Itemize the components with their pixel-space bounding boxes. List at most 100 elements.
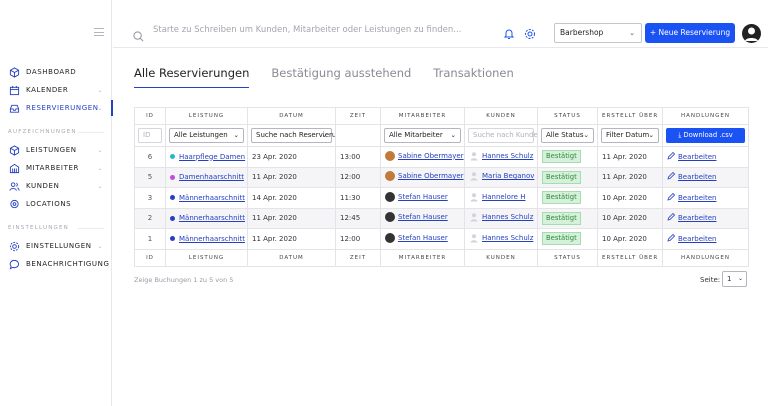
- tab-1[interactable]: Bestätigung ausstehend: [271, 66, 411, 88]
- table-footer-header: ID LEISTUNG DATUM ZEIT MITARBEITER KUNDEN STAT…: [134, 248, 749, 267]
- sidebar-item-leistungen[interactable]: LEISTUNGEN ⌄: [0, 141, 112, 159]
- pagination-summary: Zeige Buchungen 1 zu 5 von 5: [134, 276, 234, 284]
- cube-icon: [8, 144, 20, 156]
- page-select[interactable]: 1 ⌄: [722, 271, 747, 287]
- staff-link[interactable]: Sabine Obermayer: [398, 152, 464, 160]
- cell-action: Bearbeiten: [662, 187, 749, 209]
- cell-staff: Stefan Hauser: [380, 228, 465, 250]
- sidebar-item-kunden[interactable]: KUNDEN ⌄: [0, 177, 112, 195]
- shop-select[interactable]: Barbershop ⌄: [554, 23, 642, 43]
- column-header: STATUS: [537, 107, 598, 125]
- customer-filter-input[interactable]: Suche nach Kunde: [468, 128, 537, 143]
- customer-link[interactable]: Hannes Schulz: [482, 152, 533, 160]
- user-icon: [469, 171, 479, 181]
- created-filter-select[interactable]: Filter Datum ⌄: [601, 128, 659, 143]
- service-filter-value: Alle Leistungen: [174, 131, 228, 139]
- download-csv-button[interactable]: ⤓ Download .csv: [666, 128, 745, 143]
- bell-icon[interactable]: [503, 25, 515, 44]
- customer-link[interactable]: Hannelore H: [482, 193, 525, 201]
- cell-customer: Hannelore H: [464, 187, 538, 209]
- filter-row: ID Alle Leistungen ⌄ Suche nach Reservier…: [134, 124, 749, 147]
- sidebar-item-label: RESERVIERUNGEN: [26, 104, 99, 112]
- table-row: 5 Damenhaarschnitt 11 Apr. 2020 12:00 Sabine…: [134, 166, 749, 188]
- edit-link[interactable]: Bearbeiten: [678, 173, 716, 181]
- cell-created: 10 Apr. 2020: [597, 187, 663, 209]
- time-filter-empty: [335, 124, 381, 147]
- cell-id: 6: [134, 146, 166, 168]
- sidebar-item-dashboard[interactable]: DASHBOARD: [0, 63, 112, 81]
- edit-link[interactable]: Bearbeiten: [678, 194, 716, 202]
- sidebar-item-label: DASHBOARD: [26, 68, 77, 76]
- cell-date: 11 Apr. 2020: [247, 207, 336, 229]
- sidebar-item-reservierungen[interactable]: RESERVIERUNGEN ⌄: [0, 99, 113, 117]
- column-header: KUNDEN: [464, 248, 538, 267]
- chevron-down-icon: ⌄: [97, 165, 103, 172]
- column-header: LEISTUNG: [165, 107, 248, 125]
- shop-select-value: Barbershop: [560, 28, 604, 37]
- customer-link[interactable]: Hannes Schulz: [482, 213, 533, 221]
- cell-date: 11 Apr. 2020: [247, 228, 336, 250]
- status-filter-value: Alle Status: [546, 131, 584, 139]
- pencil-icon: [667, 192, 676, 203]
- staff-link[interactable]: Sabine Obermayer: [398, 172, 464, 180]
- staff-filter-select[interactable]: Alle Mitarbeiter ⌄: [384, 128, 461, 143]
- customer-link[interactable]: Maria Beganov: [482, 172, 534, 180]
- chevron-down-icon: ⌄: [737, 275, 743, 282]
- service-color-dot: [170, 215, 175, 221]
- service-link[interactable]: Männerhaarschnitt: [179, 194, 245, 202]
- table-row: 2 Männerhaarschnitt 11 Apr. 2020 12:45 Stefa…: [134, 207, 749, 229]
- sidebar-item-einstellungen[interactable]: EINSTELLUNGEN ⌄: [0, 237, 112, 255]
- id-filter-input[interactable]: ID: [138, 128, 162, 143]
- pin-icon: [8, 198, 20, 210]
- service-filter-select[interactable]: Alle Leistungen ⌄: [169, 128, 244, 143]
- chevron-down-icon: ⌄: [97, 183, 103, 190]
- chevron-down-icon: ⌄: [97, 105, 103, 112]
- settings-gear-icon[interactable]: [524, 25, 536, 44]
- avatar[interactable]: [742, 24, 761, 43]
- table-row: 6 Haarpflege Damen 23 Apr. 2020 13:00 Sabine…: [134, 146, 749, 168]
- sidebar-item-benachrichtigung[interactable]: BENACHRICHTIGUNG: [0, 255, 112, 273]
- cell-customer: Maria Beganov: [464, 166, 538, 188]
- chevron-down-icon: ⌄: [321, 131, 327, 139]
- status-filter-select[interactable]: Alle Status ⌄: [541, 128, 594, 143]
- cell-status: Bestätigt: [537, 146, 598, 168]
- download-label: Download .csv: [683, 131, 733, 139]
- tab-0[interactable]: Alle Reservierungen: [134, 66, 250, 88]
- chevron-down-icon: ⌄: [97, 147, 103, 154]
- table-header: ID LEISTUNG DATUM ZEIT MITARBEITER KUNDEN STAT…: [134, 107, 749, 125]
- edit-link[interactable]: Bearbeiten: [678, 214, 716, 222]
- tab-bar: Alle Reservierungen Bestätigung ausstehen…: [134, 66, 514, 88]
- status-badge: Bestätigt: [542, 191, 581, 205]
- sidebar-item-label: LOCATIONS: [26, 200, 72, 208]
- tab-2[interactable]: Transaktionen: [433, 66, 514, 88]
- staff-link[interactable]: Stefan Hauser: [398, 213, 448, 221]
- staff-avatar: [385, 212, 395, 223]
- user-icon: [469, 233, 479, 243]
- service-link[interactable]: Männerhaarschnitt: [179, 235, 245, 243]
- sidebar-section-section1: AUFZEICHNUNGEN: [0, 123, 112, 141]
- edit-link[interactable]: Bearbeiten: [678, 235, 716, 243]
- service-link[interactable]: Männerhaarschnitt: [179, 214, 245, 222]
- new-reservation-button[interactable]: + Neue Reservierung: [645, 23, 735, 43]
- service-link[interactable]: Damenhaarschnitt: [179, 173, 244, 181]
- sidebar-item-mitarbeiter[interactable]: MITARBEITER ⌄: [0, 159, 112, 177]
- menu-toggle-icon[interactable]: [94, 28, 104, 39]
- column-header: MITARBEITER: [380, 107, 465, 125]
- column-header: ZEIT: [335, 107, 381, 125]
- sidebar-item-locations[interactable]: LOCATIONS: [0, 195, 112, 213]
- staff-link[interactable]: Stefan Hauser: [398, 234, 448, 242]
- chevron-down-icon: ⌄: [450, 131, 456, 139]
- cell-service: Damenhaarschnitt: [165, 166, 248, 188]
- service-link[interactable]: Haarpflege Damen: [179, 153, 245, 161]
- sidebar-item-kalender[interactable]: KALENDER ⌄: [0, 81, 112, 99]
- search-input[interactable]: [153, 25, 483, 35]
- column-header: ID: [134, 107, 166, 125]
- staff-link[interactable]: Stefan Hauser: [398, 193, 448, 201]
- customer-link[interactable]: Hannes Schulz: [482, 234, 533, 242]
- edit-link[interactable]: Bearbeiten: [678, 153, 716, 161]
- date-filter-select[interactable]: Suche nach Reservierungsdatum⌄: [251, 128, 335, 143]
- sidebar-item-label: LEISTUNGEN: [26, 146, 77, 154]
- status-badge: Bestätigt: [542, 170, 581, 184]
- cell-staff: Sabine Obermayer: [380, 146, 465, 168]
- column-header: STATUS: [537, 248, 598, 267]
